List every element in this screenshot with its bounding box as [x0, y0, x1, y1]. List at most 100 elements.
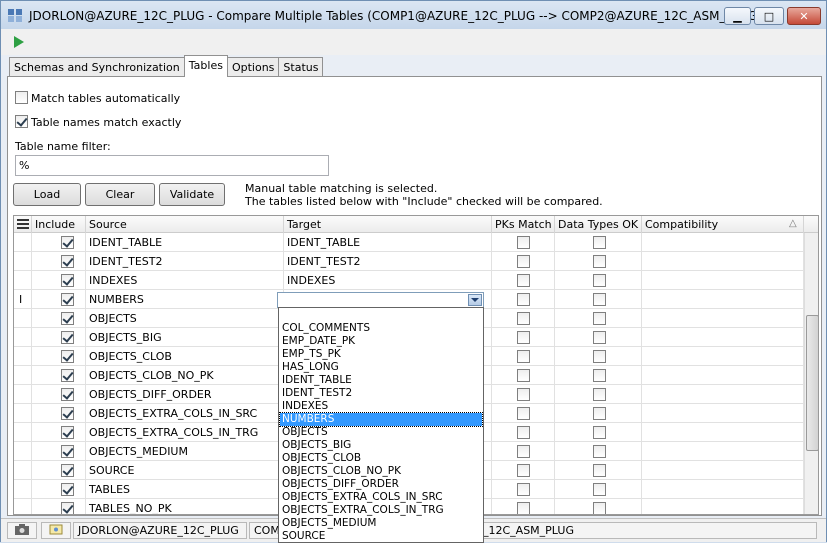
- data-types-checkbox[interactable]: [593, 312, 606, 325]
- connection-icon[interactable]: [41, 522, 71, 539]
- include-checkbox[interactable]: [61, 483, 74, 496]
- col-pks-match[interactable]: PKs Match: [492, 216, 555, 233]
- include-checkbox[interactable]: [61, 502, 74, 514]
- pks-match-cell: [492, 309, 555, 328]
- exact-match-checkbox[interactable]: [15, 115, 28, 128]
- tab-schemas[interactable]: Schemas and Synchronization: [9, 57, 185, 77]
- table-filter-input[interactable]: %: [15, 155, 329, 176]
- data-types-checkbox[interactable]: [593, 445, 606, 458]
- dropdown-option[interactable]: NUMBERS: [279, 412, 483, 427]
- pks-match-checkbox[interactable]: [517, 255, 530, 268]
- pks-match-checkbox[interactable]: [517, 426, 530, 439]
- maximize-button[interactable]: □: [754, 7, 784, 25]
- dropdown-option[interactable]: OBJECTS_MEDIUM: [280, 517, 482, 530]
- scrollbar-thumb[interactable]: [806, 315, 818, 451]
- tab-status[interactable]: Status: [278, 57, 324, 77]
- pks-match-checkbox[interactable]: [517, 445, 530, 458]
- dropdown-option[interactable]: OBJECTS_CLOB: [280, 452, 482, 465]
- data-types-cell: [555, 233, 642, 252]
- sort-icon: △: [789, 218, 797, 229]
- include-checkbox[interactable]: [61, 369, 74, 382]
- pks-match-checkbox[interactable]: [517, 388, 530, 401]
- include-checkbox[interactable]: [61, 388, 74, 401]
- include-checkbox[interactable]: [61, 407, 74, 420]
- col-include[interactable]: Include: [32, 216, 86, 233]
- target-cell[interactable]: INDEXES: [284, 271, 492, 290]
- dropdown-option[interactable]: IDENT_TEST2: [280, 387, 482, 400]
- play-icon[interactable]: [14, 36, 24, 48]
- include-checkbox[interactable]: [61, 445, 74, 458]
- pks-match-checkbox[interactable]: [517, 483, 530, 496]
- data-types-checkbox[interactable]: [593, 388, 606, 401]
- camera-icon[interactable]: [7, 522, 37, 539]
- status-connection-1: JDORLON@AZURE_12C_PLUG: [73, 522, 247, 539]
- dropdown-option[interactable]: OBJECTS_DIFF_ORDER: [280, 478, 482, 491]
- pks-match-checkbox[interactable]: [517, 331, 530, 344]
- pks-match-checkbox[interactable]: [517, 369, 530, 382]
- close-button[interactable]: ✕: [787, 7, 821, 25]
- table-row[interactable]: IDENT_TEST2 IDENT_TEST2: [14, 252, 804, 271]
- data-types-checkbox[interactable]: [593, 350, 606, 363]
- col-target[interactable]: Target: [284, 216, 492, 233]
- grid-menu-icon[interactable]: [14, 216, 32, 233]
- dropdown-option[interactable]: EMP_TS_PK: [280, 348, 482, 361]
- chevron-down-icon[interactable]: [468, 294, 482, 306]
- dropdown-option[interactable]: IDENT_TABLE: [280, 374, 482, 387]
- pks-match-checkbox[interactable]: [517, 407, 530, 420]
- table-row[interactable]: IDENT_TABLE IDENT_TABLE: [14, 233, 804, 252]
- pks-match-checkbox[interactable]: [517, 236, 530, 249]
- include-checkbox[interactable]: [61, 293, 74, 306]
- data-types-checkbox[interactable]: [593, 407, 606, 420]
- dropdown-option[interactable]: OBJECTS_BIG: [280, 439, 482, 452]
- pks-match-checkbox[interactable]: [517, 293, 530, 306]
- col-data-types-ok[interactable]: Data Types OK: [555, 216, 642, 233]
- source-cell: INDEXES: [86, 271, 284, 290]
- include-checkbox[interactable]: [61, 331, 74, 344]
- include-checkbox[interactable]: [61, 255, 74, 268]
- dropdown-option[interactable]: OBJECTS: [280, 426, 482, 439]
- data-types-checkbox[interactable]: [593, 236, 606, 249]
- data-types-checkbox[interactable]: [593, 369, 606, 382]
- data-types-checkbox[interactable]: [593, 464, 606, 477]
- load-button[interactable]: Load: [13, 183, 81, 206]
- match-auto-checkbox[interactable]: [15, 91, 28, 104]
- dropdown-option[interactable]: INDEXES: [280, 400, 482, 413]
- include-checkbox[interactable]: [61, 464, 74, 477]
- col-source[interactable]: Source: [86, 216, 284, 233]
- target-cell[interactable]: IDENT_TEST2: [284, 252, 492, 271]
- pks-match-checkbox[interactable]: [517, 312, 530, 325]
- pks-match-checkbox[interactable]: [517, 274, 530, 287]
- target-cell[interactable]: IDENT_TABLE: [284, 233, 492, 252]
- col-compatibility[interactable]: Compatibility: [642, 216, 804, 233]
- include-checkbox[interactable]: [61, 312, 74, 325]
- include-checkbox[interactable]: [61, 274, 74, 287]
- table-row[interactable]: INDEXES INDEXES: [14, 271, 804, 290]
- data-types-checkbox[interactable]: [593, 274, 606, 287]
- clear-button[interactable]: Clear: [85, 183, 155, 206]
- dropdown-option[interactable]: EMP_DATE_PK: [280, 335, 482, 348]
- dropdown-option[interactable]: OBJECTS_CLOB_NO_PK: [280, 465, 482, 478]
- dropdown-option[interactable]: HAS_LONG: [280, 361, 482, 374]
- pks-match-checkbox[interactable]: [517, 464, 530, 477]
- include-checkbox[interactable]: [61, 426, 74, 439]
- validate-button[interactable]: Validate: [159, 183, 225, 206]
- dropdown-option[interactable]: COL_COMMENTS: [280, 322, 482, 335]
- data-types-checkbox[interactable]: [593, 293, 606, 306]
- data-types-checkbox[interactable]: [593, 502, 606, 514]
- data-types-checkbox[interactable]: [593, 426, 606, 439]
- data-types-checkbox[interactable]: [593, 483, 606, 496]
- pks-match-checkbox[interactable]: [517, 350, 530, 363]
- pks-match-checkbox[interactable]: [517, 502, 530, 514]
- tab-tables[interactable]: Tables: [183, 55, 228, 77]
- vertical-scrollbar[interactable]: [804, 233, 818, 514]
- minimize-button[interactable]: ▁: [724, 7, 751, 25]
- tab-options[interactable]: Options: [226, 57, 280, 77]
- dropdown-option[interactable]: OBJECTS_EXTRA_COLS_IN_TRG: [280, 504, 482, 517]
- data-types-checkbox[interactable]: [593, 331, 606, 344]
- dropdown-option[interactable]: OBJECTS_EXTRA_COLS_IN_SRC: [280, 491, 482, 504]
- include-checkbox[interactable]: [61, 236, 74, 249]
- target-combo[interactable]: [277, 292, 484, 308]
- include-checkbox[interactable]: [61, 350, 74, 363]
- data-types-checkbox[interactable]: [593, 255, 606, 268]
- dropdown-option[interactable]: SOURCE: [280, 530, 482, 543]
